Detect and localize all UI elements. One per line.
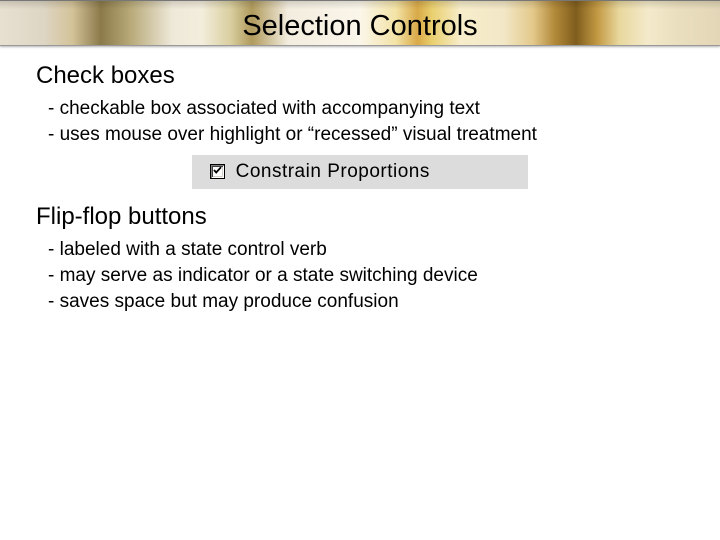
bullet-list: - checkable box associated with accompan… <box>48 96 684 147</box>
bullet-item: - saves space but may produce confusion <box>48 289 684 315</box>
section-heading-checkboxes: Check boxes <box>36 62 684 90</box>
checkbox-icon[interactable] <box>210 164 225 179</box>
checkbox-example-panel: Constrain Proportions <box>192 155 528 189</box>
checkbox-example: Constrain Proportions <box>36 155 684 189</box>
bullet-item: - uses mouse over highlight or “recessed… <box>48 122 684 148</box>
bullet-item: - checkable box associated with accompan… <box>48 96 684 122</box>
checkmark-icon <box>212 165 223 176</box>
bullet-item: - labeled with a state control verb <box>48 237 684 263</box>
bullet-list: - labeled with a state control verb - ma… <box>48 237 684 314</box>
slide-content: Check boxes - checkable box associated w… <box>36 62 684 322</box>
slide-title: Selection Controls <box>0 10 720 43</box>
slide: Selection Controls Check boxes - checkab… <box>0 0 720 540</box>
bullet-item: - may serve as indicator or a state swit… <box>48 263 684 289</box>
section-heading-flipflop: Flip-flop buttons <box>36 203 684 231</box>
checkbox-label: Constrain Proportions <box>236 161 430 182</box>
